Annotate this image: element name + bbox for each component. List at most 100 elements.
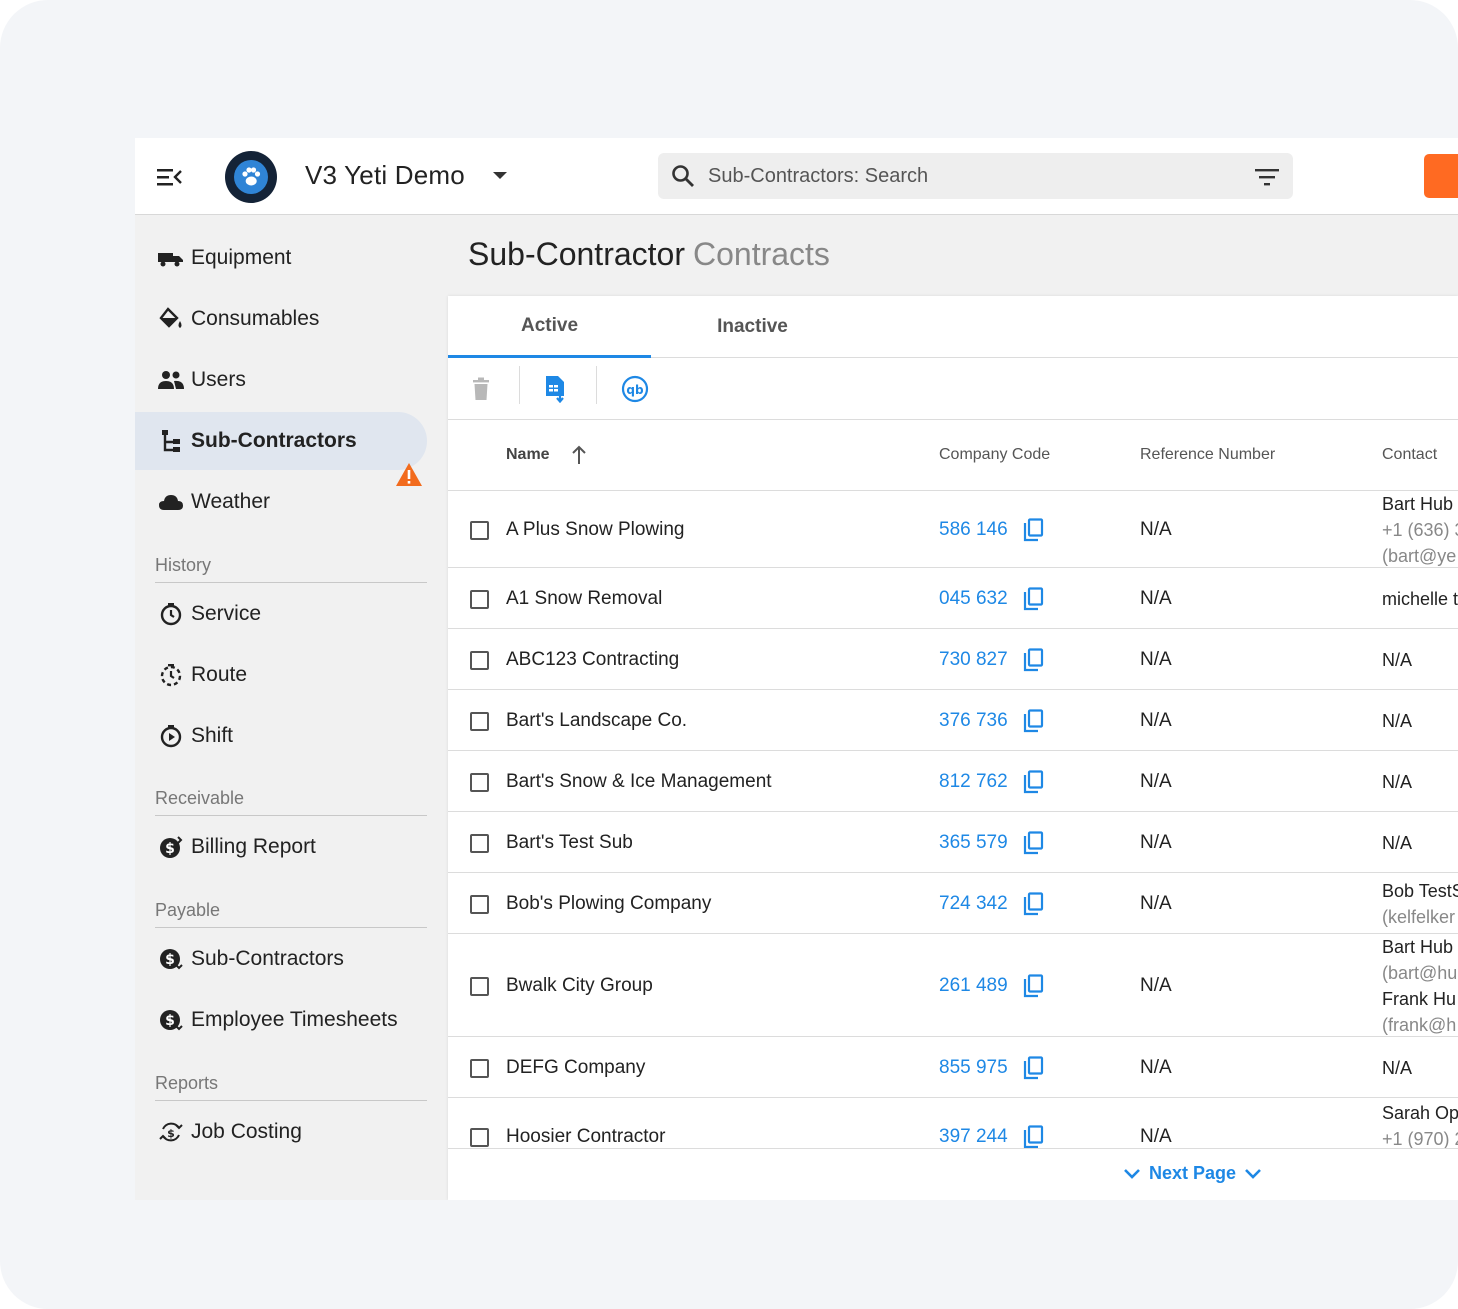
export-spreadsheet-button[interactable] <box>539 372 573 406</box>
row-checkbox[interactable] <box>470 976 489 996</box>
svg-text:$: $ <box>165 952 175 968</box>
row-company-code[interactable]: 586 146 <box>939 519 1008 541</box>
page-title-sub: Contracts <box>692 236 830 272</box>
row-company-code[interactable]: 724 342 <box>939 893 1008 915</box>
table-row[interactable]: A1 Snow Removal 045 632 N/A michelle t <box>448 568 1458 629</box>
page-title: Sub-Contractor Contracts <box>468 236 830 273</box>
copy-icon[interactable] <box>1022 1125 1044 1148</box>
contracts-panel: Active Inactive qb Name Company Code Ref… <box>448 296 1458 1200</box>
quickbooks-button[interactable]: qb <box>618 372 652 406</box>
copy-icon[interactable] <box>1022 586 1044 611</box>
sidebar-item-job-costing[interactable]: $ Job Costing <box>135 1103 427 1161</box>
table-body: A Plus Snow Plowing 586 146 N/A Bart Hub +1 … <box>448 491 1458 1148</box>
copy-icon[interactable] <box>1022 769 1044 794</box>
row-reference-number: N/A <box>1140 709 1172 731</box>
table-row[interactable]: DEFG Company 855 975 N/A N/A <box>448 1037 1458 1098</box>
tab-active[interactable]: Active <box>448 296 651 358</box>
sidebar-item-billing-report[interactable]: $ Billing Report <box>135 818 427 876</box>
sidebar-item-sub-contractors[interactable]: Sub-Contractors <box>135 412 427 470</box>
sidebar-item-label: Billing Report <box>191 835 316 858</box>
row-checkbox[interactable] <box>470 711 489 731</box>
org-name[interactable]: V3 Yeti Demo <box>305 160 465 191</box>
section-divider <box>155 582 427 583</box>
table-row[interactable]: A Plus Snow Plowing 586 146 N/A Bart Hub +1 … <box>448 491 1458 568</box>
app-window: V3 Yeti Demo Equipment <box>135 138 1458 1200</box>
sidebar-item-payable-sub-contractors[interactable]: $ Sub-Contractors <box>135 930 427 988</box>
sidebar-item-equipment[interactable]: Equipment <box>135 229 427 287</box>
sidebar-item-weather[interactable]: Weather <box>135 473 427 531</box>
sidebar-item-history-service[interactable]: Service <box>135 585 427 643</box>
row-company-code[interactable]: 730 827 <box>939 649 1008 671</box>
tab-inactive[interactable]: Inactive <box>651 296 854 358</box>
row-checkbox[interactable] <box>470 772 489 792</box>
row-checkbox[interactable] <box>470 520 489 540</box>
users-icon <box>157 366 185 394</box>
search-input[interactable] <box>708 161 1228 191</box>
copy-icon[interactable] <box>1022 647 1044 672</box>
primary-action-button[interactable] <box>1424 154 1458 198</box>
row-checkbox[interactable] <box>470 833 489 853</box>
sidebar-item-history-route[interactable]: Route <box>135 646 427 704</box>
delete-button[interactable] <box>464 372 498 406</box>
sidebar-item-history-shift[interactable]: Shift <box>135 707 427 765</box>
table-row[interactable]: Bart's Landscape Co. 376 736 N/A N/A <box>448 690 1458 751</box>
sidebar-item-employee-timesheets[interactable]: $ Employee Timesheets <box>135 991 427 1049</box>
row-company-code[interactable]: 365 579 <box>939 832 1008 854</box>
sidebar-item-consumables[interactable]: Consumables <box>135 290 427 348</box>
svg-text:qb: qb <box>626 383 644 397</box>
row-checkbox[interactable] <box>470 650 489 670</box>
table-row[interactable]: ABC123 Contracting 730 827 N/A N/A <box>448 629 1458 690</box>
row-company-code[interactable]: 855 975 <box>939 1057 1008 1079</box>
sort-ascending-icon[interactable] <box>570 444 588 466</box>
table-row[interactable]: Bwalk City Group 261 489 N/A Bart Hub (bart@… <box>448 934 1458 1037</box>
row-checkbox[interactable] <box>470 589 489 609</box>
filter-icon[interactable] <box>1254 166 1280 188</box>
column-header-name[interactable]: Name <box>506 446 550 464</box>
row-company-code[interactable]: 045 632 <box>939 588 1008 610</box>
next-page-button[interactable]: Next Page <box>1123 1163 1262 1184</box>
contact-line: +1 (636) 3 <box>1382 519 1458 540</box>
column-header-reference-number[interactable]: Reference Number <box>1140 446 1275 464</box>
table-header: Name Company Code Reference Number Conta… <box>448 420 1458 491</box>
row-checkbox[interactable] <box>470 1128 489 1147</box>
row-company-code[interactable]: 261 489 <box>939 975 1008 997</box>
contact-line: (kelfelker <box>1382 906 1456 927</box>
row-name: A1 Snow Removal <box>506 587 663 609</box>
hierarchy-icon <box>157 427 185 455</box>
column-header-company-code[interactable]: Company Code <box>939 446 1050 464</box>
table-row[interactable]: Bob's Plowing Company 724 342 N/A Bob TestS… <box>448 873 1458 934</box>
contact-line: N/A <box>1382 649 1413 670</box>
sidebar-item-users[interactable]: Users <box>135 351 427 409</box>
copy-icon[interactable] <box>1022 891 1044 916</box>
search-icon <box>672 165 694 187</box>
row-company-code[interactable]: 376 736 <box>939 710 1008 732</box>
copy-icon[interactable] <box>1022 973 1044 998</box>
row-name: Bob's Plowing Company <box>506 892 712 914</box>
quickbooks-icon: qb <box>621 375 649 403</box>
copy-icon[interactable] <box>1022 708 1044 733</box>
table-row[interactable]: Bart's Test Sub 365 579 N/A N/A <box>448 812 1458 873</box>
row-checkbox[interactable] <box>470 894 489 914</box>
org-dropdown-icon[interactable] <box>493 172 507 179</box>
section-divider <box>155 927 427 928</box>
row-name: ABC123 Contracting <box>506 648 680 670</box>
row-name: Bart's Landscape Co. <box>506 709 688 731</box>
table-toolbar: qb <box>448 358 1458 420</box>
copy-icon[interactable] <box>1022 517 1044 542</box>
row-checkbox[interactable] <box>470 1058 489 1078</box>
copy-icon[interactable] <box>1022 830 1044 855</box>
copy-icon[interactable] <box>1022 1055 1044 1080</box>
table-row[interactable]: Bart's Snow & Ice Management 812 762 N/A N/… <box>448 751 1458 812</box>
trash-icon <box>473 377 489 400</box>
sidebar-item-label: Sub-Contractors <box>191 429 357 452</box>
menu-collapse-icon[interactable] <box>155 164 183 190</box>
column-header-contact[interactable]: Contact <box>1382 446 1437 464</box>
row-contact: Bart Hub +1 (636) 3 (bart@ye <box>1382 491 1458 569</box>
dollar-icon: $ <box>157 945 185 973</box>
row-reference-number: N/A <box>1140 770 1172 792</box>
row-company-code[interactable]: 397 244 <box>939 1126 1008 1148</box>
row-reference-number: N/A <box>1140 648 1172 670</box>
row-company-code[interactable]: 812 762 <box>939 771 1008 793</box>
table-row[interactable]: Hoosier Contractor 397 244 N/A Sarah Op +1 (… <box>448 1098 1458 1148</box>
sidebar-item-label: Employee Timesheets <box>191 1008 398 1031</box>
